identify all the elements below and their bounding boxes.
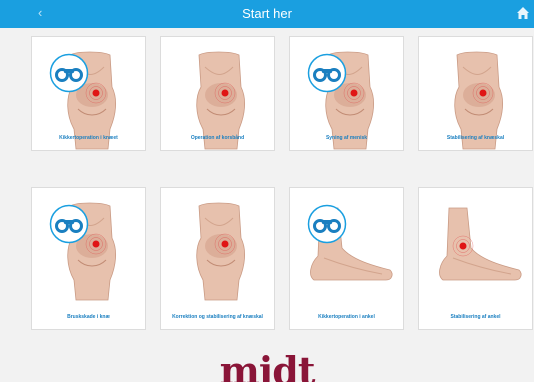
procedure-card[interactable]: Syning af menisk bbox=[289, 36, 404, 151]
procedure-grid-row2: Bruskskade i knæ Korrektion og stabilise… bbox=[31, 187, 533, 330]
procedure-card[interactable]: Kikkertoperation i ankel bbox=[289, 187, 404, 330]
procedure-card[interactable]: Stabilisering af knæskal bbox=[418, 36, 533, 151]
procedure-label: Korrektion og stabilisering af knæskal bbox=[172, 314, 263, 320]
foot-illustration bbox=[439, 207, 522, 281]
top-bar: ‹ Start her bbox=[0, 0, 534, 28]
procedure-card[interactable]: Operation af korsbånd bbox=[160, 36, 275, 151]
logo-text: midt bbox=[219, 352, 316, 382]
binoculars-icon bbox=[49, 204, 89, 244]
home-icon[interactable] bbox=[516, 6, 530, 20]
binoculars-icon bbox=[307, 53, 347, 93]
procedure-label: Stabilisering af ankel bbox=[450, 314, 501, 320]
procedure-label: Operation af korsbånd bbox=[190, 135, 245, 141]
procedure-card[interactable]: Korrektion og stabilisering af knæskal bbox=[160, 187, 275, 330]
binoculars-icon bbox=[307, 204, 347, 244]
procedure-label: Syning af menisk bbox=[325, 135, 368, 141]
procedure-card[interactable]: Bruskskade i knæ bbox=[31, 187, 146, 330]
procedure-label: Kikkertoperation i knæet bbox=[59, 135, 118, 141]
procedure-label: Kikkertoperation i ankel bbox=[318, 314, 375, 320]
procedure-card[interactable]: Kikkertoperation i knæet bbox=[31, 36, 146, 151]
procedure-label: Bruskskade i knæ bbox=[67, 314, 110, 320]
knee-illustration bbox=[196, 202, 245, 301]
page-title: Start her bbox=[242, 6, 292, 21]
procedure-card[interactable]: Stabilisering af ankel bbox=[418, 187, 533, 330]
procedure-label: Stabilisering af knæskal bbox=[446, 135, 505, 141]
procedure-grid: Kikkertoperation i knæet Operation af ko… bbox=[31, 36, 533, 151]
binoculars-icon bbox=[49, 53, 89, 93]
midt-logo: midt bbox=[0, 352, 534, 382]
